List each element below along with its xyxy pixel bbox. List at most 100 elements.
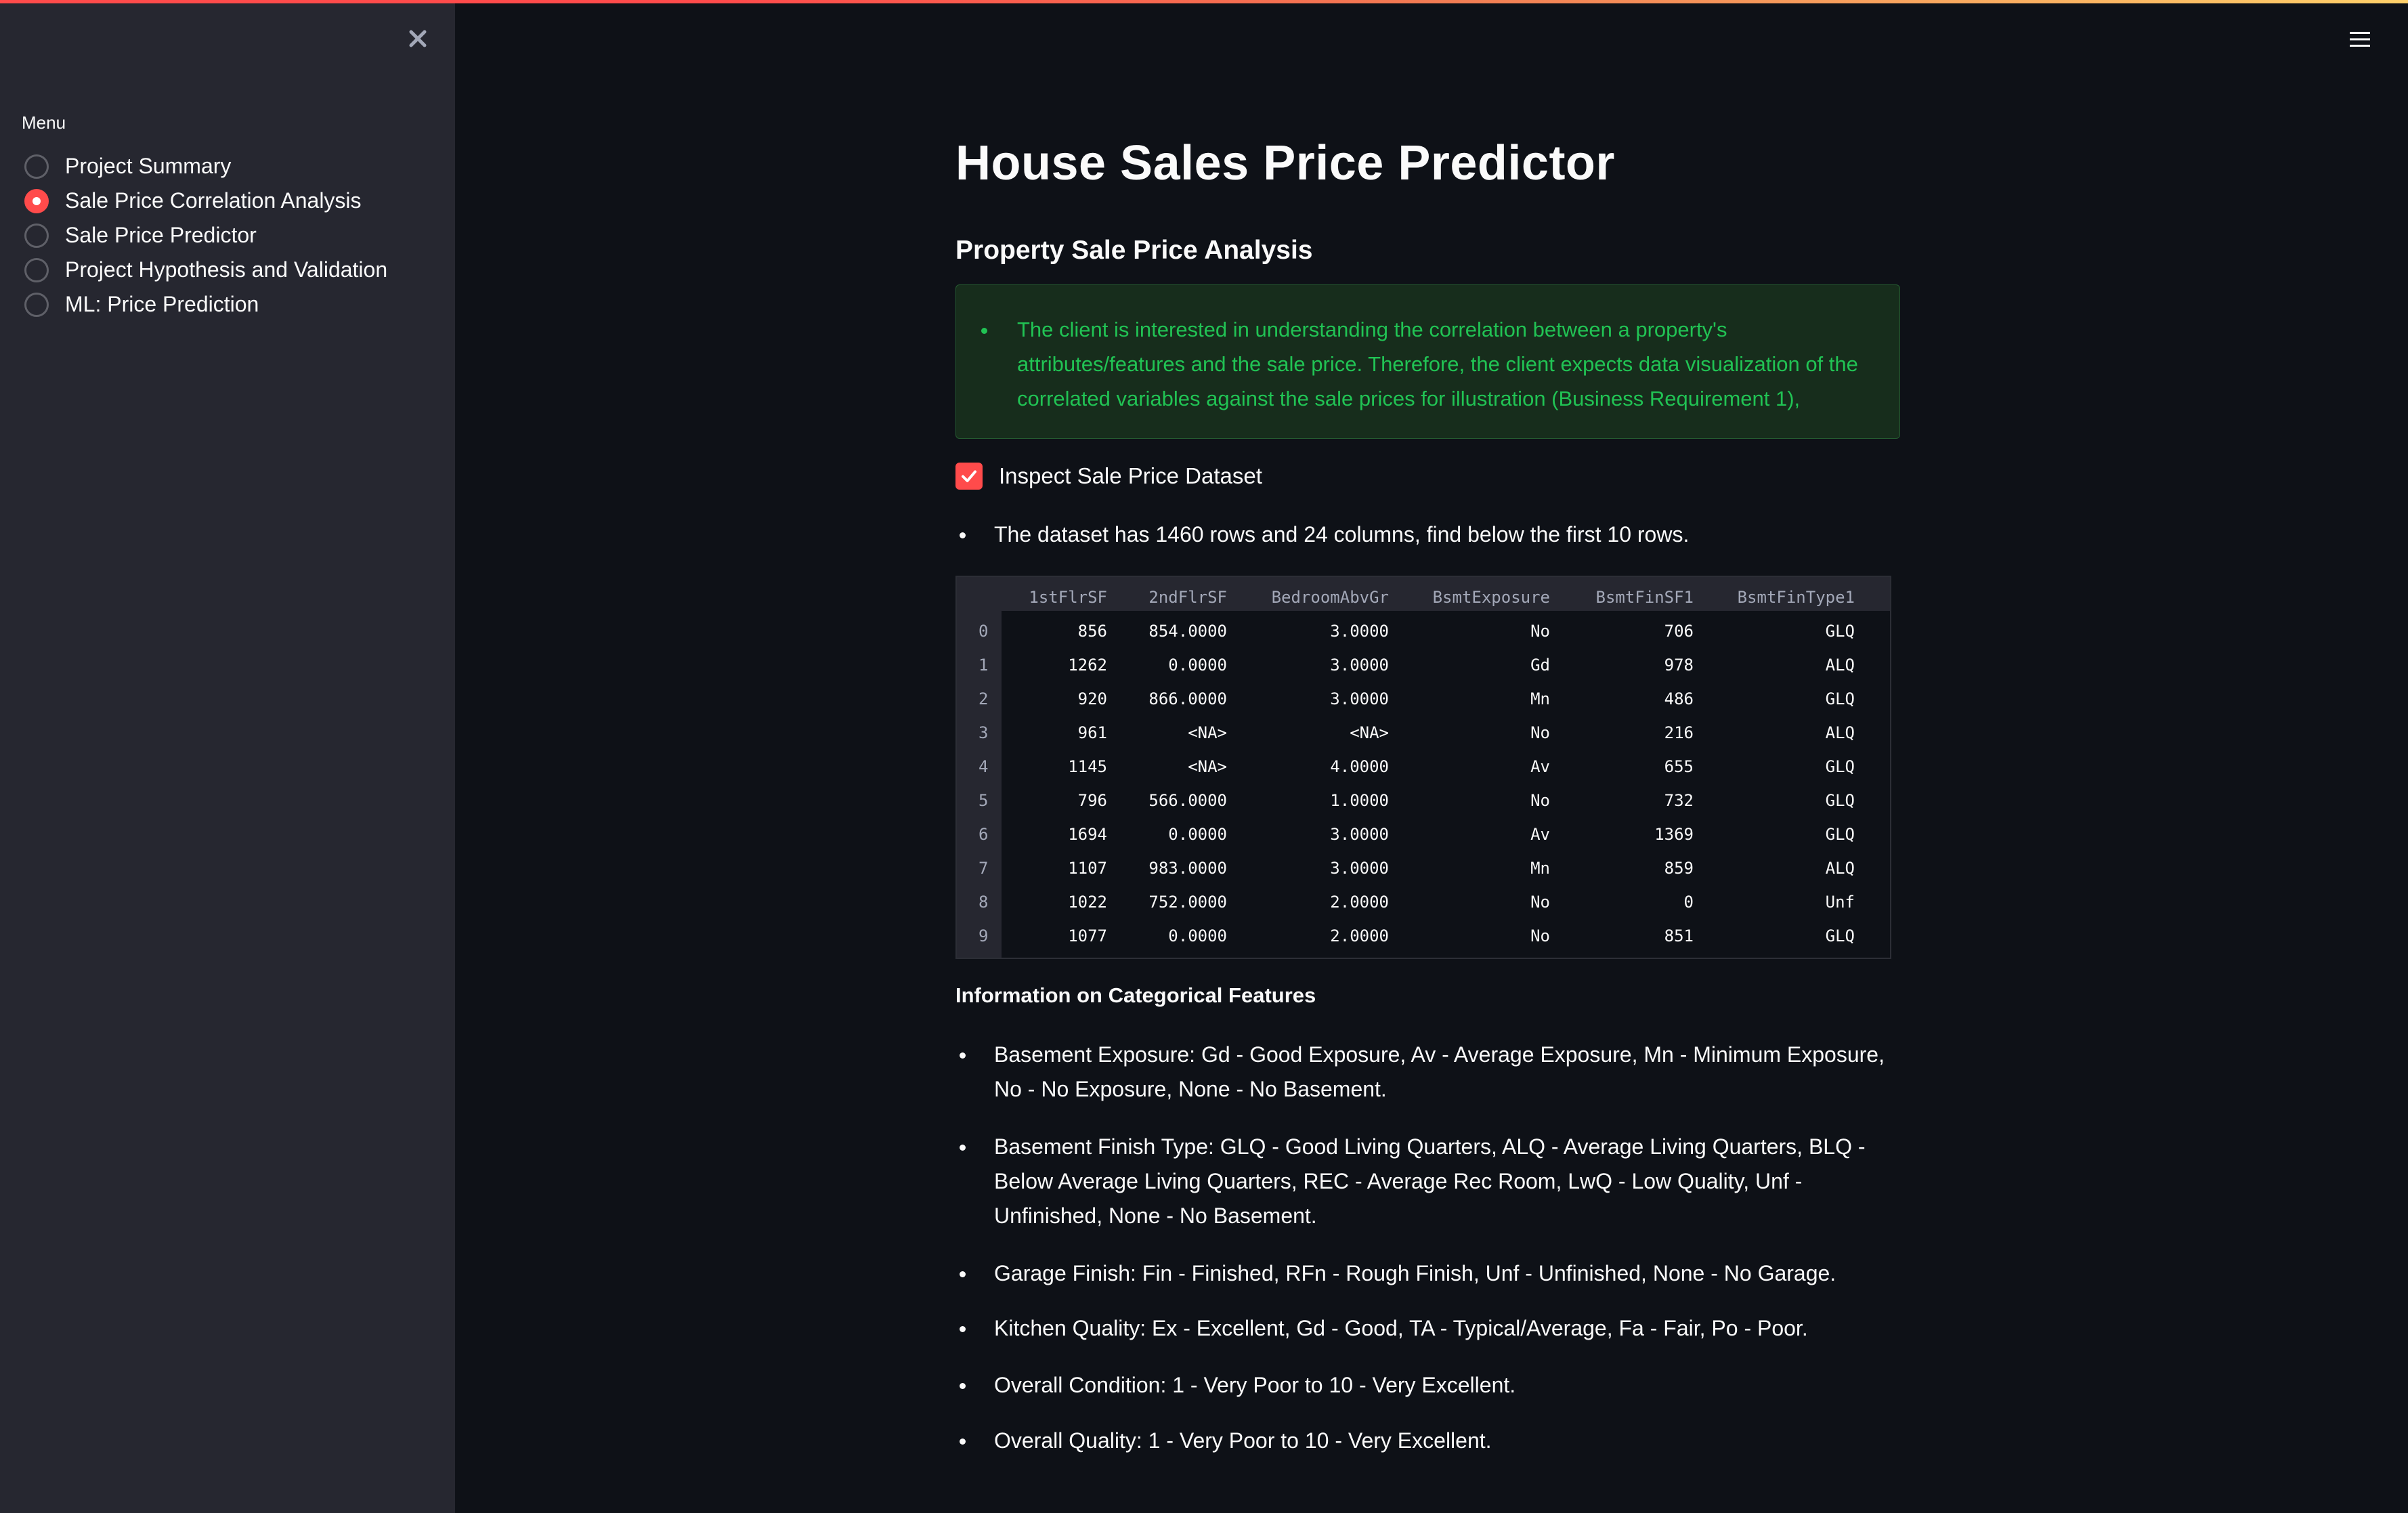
column-header[interactable]: BsmtExposure	[1433, 588, 1550, 607]
table-cell[interactable]: <NA>	[1188, 723, 1227, 742]
close-sidebar-button[interactable]	[400, 20, 436, 57]
table-cell[interactable]: <NA>	[1350, 723, 1389, 742]
table-cell[interactable]: No	[1530, 926, 1550, 945]
page-title: House Sales Price Predictor	[955, 136, 1615, 190]
table-cell[interactable]: 1077	[1068, 926, 1107, 945]
column-header[interactable]: BsmtFinSF1	[1596, 588, 1694, 607]
table-cell[interactable]: <NA>	[1188, 757, 1227, 776]
table-cell[interactable]: 1369	[1654, 825, 1694, 844]
menu-item-sale-price-correlation-analysis[interactable]: Sale Price Correlation Analysis	[24, 184, 387, 218]
table-cell[interactable]: 2.0000	[1330, 926, 1389, 945]
table-cell[interactable]: 3.0000	[1330, 825, 1389, 844]
table-cell[interactable]: 3.0000	[1330, 622, 1389, 641]
table-cell[interactable]: 0.0000	[1168, 926, 1227, 945]
table-cell[interactable]: GLQ	[1826, 622, 1855, 641]
table-cell[interactable]: 732	[1664, 791, 1694, 810]
table-cell[interactable]: GLQ	[1826, 757, 1855, 776]
bullet-dot	[960, 1326, 966, 1332]
table-cell[interactable]: GLQ	[1826, 689, 1855, 708]
row-index: 8	[979, 893, 989, 912]
table-cell[interactable]: 978	[1664, 656, 1694, 675]
table-cell[interactable]: 0.0000	[1168, 656, 1227, 675]
table-cell[interactable]: 3.0000	[1330, 859, 1389, 878]
table-cell[interactable]: Unf	[1826, 893, 1855, 912]
menu-item-sale-price-predictor[interactable]: Sale Price Predictor	[24, 218, 387, 253]
table-cell[interactable]: 706	[1664, 622, 1694, 641]
table-cell[interactable]: 1262	[1068, 656, 1107, 675]
row-index: 5	[979, 791, 989, 810]
radio-unselected-icon[interactable]	[24, 257, 49, 282]
success-alert-text: The client is interested in understandin…	[1017, 318, 1858, 410]
table-cell[interactable]: Mn	[1530, 859, 1550, 878]
table-cell[interactable]: 851	[1664, 926, 1694, 945]
table-cell[interactable]: 566.0000	[1148, 791, 1227, 810]
table-cell[interactable]: 2.0000	[1330, 893, 1389, 912]
table-cell[interactable]: No	[1530, 723, 1550, 742]
table-cell[interactable]: 216	[1664, 723, 1694, 742]
table-cell[interactable]: GLQ	[1826, 825, 1855, 844]
table-cell[interactable]: 0	[1684, 893, 1694, 912]
menu-item-label: Project Hypothesis and Validation	[65, 257, 388, 282]
main-menu-button[interactable]	[2343, 24, 2377, 54]
bullet-dot	[960, 532, 966, 538]
table-cell[interactable]: 866.0000	[1148, 689, 1227, 708]
table-cell[interactable]: 920	[1078, 689, 1107, 708]
table-cell[interactable]: 983.0000	[1148, 859, 1227, 878]
checkbox-checked[interactable]	[955, 463, 983, 490]
column-header[interactable]: 2ndFlrSF	[1148, 588, 1227, 607]
bullet-dot	[960, 1439, 966, 1445]
categorical-info-text: Garage Finish: Fin - Finished, RFn - Rou…	[994, 1261, 1836, 1285]
radio-unselected-icon[interactable]	[24, 223, 49, 248]
menu-label: Menu	[22, 112, 66, 133]
table-cell[interactable]: 854.0000	[1148, 622, 1227, 641]
column-header[interactable]: BedroomAbvGr	[1272, 588, 1389, 607]
table-cell[interactable]: Av	[1530, 825, 1550, 844]
table-cell[interactable]: 486	[1664, 689, 1694, 708]
table-cell[interactable]: ALQ	[1826, 723, 1855, 742]
menu-item-project-summary[interactable]: Project Summary	[24, 149, 387, 184]
app-top-decoration	[0, 0, 2408, 3]
table-cell[interactable]: 752.0000	[1148, 893, 1227, 912]
table-cell[interactable]: 1694	[1068, 825, 1107, 844]
table-cell[interactable]: GLQ	[1826, 791, 1855, 810]
inspect-dataset-checkbox[interactable]: Inspect Sale Price Dataset	[955, 463, 1262, 490]
row-index: 2	[979, 689, 989, 708]
table-cell[interactable]: Av	[1530, 757, 1550, 776]
table-cell[interactable]: 1145	[1068, 757, 1107, 776]
table-cell[interactable]: 859	[1664, 859, 1694, 878]
table-cell[interactable]: No	[1530, 893, 1550, 912]
table-cell[interactable]: ALQ	[1826, 859, 1855, 878]
column-header[interactable]: 1stFlrSF	[1029, 588, 1107, 607]
table-cell[interactable]: No	[1530, 791, 1550, 810]
menu-item-label: ML: Price Prediction	[65, 292, 259, 316]
table-cell[interactable]: 856	[1078, 622, 1107, 641]
table-cell[interactable]: 4.0000	[1330, 757, 1389, 776]
table-cell[interactable]: Gd	[1530, 656, 1550, 675]
table-cell[interactable]: 655	[1664, 757, 1694, 776]
menu-item-ml-price-prediction[interactable]: ML: Price Prediction	[24, 287, 387, 322]
bullet-dot	[981, 328, 987, 334]
table-cell[interactable]: 961	[1078, 723, 1107, 742]
table-cell[interactable]: 796	[1078, 791, 1107, 810]
table-cell[interactable]: ALQ	[1826, 656, 1855, 675]
table-cell[interactable]: 3.0000	[1330, 689, 1389, 708]
menu-item-label: Sale Price Predictor	[65, 223, 257, 247]
column-header[interactable]: BsmtFinType1	[1738, 588, 1855, 607]
row-index: 9	[979, 926, 989, 945]
table-cell[interactable]: 1.0000	[1330, 791, 1389, 810]
bullet-dot	[960, 1052, 966, 1059]
table-cell[interactable]: 1022	[1068, 893, 1107, 912]
table-cell[interactable]: 0.0000	[1168, 825, 1227, 844]
table-cell[interactable]: No	[1530, 622, 1550, 641]
table-cell[interactable]: Mn	[1530, 689, 1550, 708]
table-cell[interactable]: 3.0000	[1330, 656, 1389, 675]
dataframe-table[interactable]: 1stFlrSF 2ndFlrSF BedroomAbvGr BsmtExposure…	[955, 576, 1891, 959]
bullet-dot	[960, 1271, 966, 1277]
table-cell[interactable]: GLQ	[1826, 926, 1855, 945]
menu-item-project-hypothesis-and-validation[interactable]: Project Hypothesis and Validation	[24, 253, 387, 287]
radio-unselected-icon[interactable]	[24, 154, 49, 179]
radio-selected-icon[interactable]	[24, 188, 49, 213]
radio-unselected-icon[interactable]	[24, 292, 49, 317]
table-cell[interactable]: 1107	[1068, 859, 1107, 878]
success-alert: The client is interested in understandin…	[955, 284, 1900, 439]
